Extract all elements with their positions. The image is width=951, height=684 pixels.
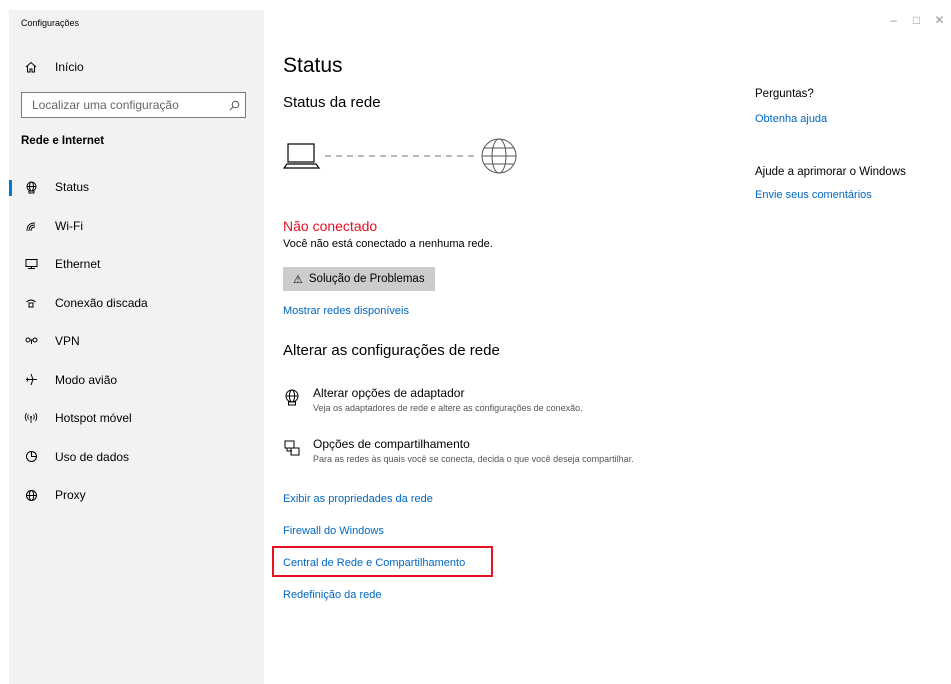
sidebar-item-label: Uso de dados (55, 449, 130, 464)
network-reset-link[interactable]: Redefinição da rede (283, 589, 381, 601)
sidebar-item-label: Conexão discada (55, 295, 148, 310)
sidebar-item-wifi[interactable]: Wi-Fi (9, 207, 264, 246)
close-button[interactable]: ✕ (928, 10, 951, 30)
adapter-options-description: Veja os adaptadores de rede e altere as … (313, 403, 583, 413)
sharing-options[interactable]: Opções de compartilhamento Para as redes… (283, 437, 643, 465)
sidebar-item-label: Modo avião (55, 372, 118, 387)
get-help-link[interactable]: Obtenha ajuda (755, 113, 827, 125)
adapter-globe-icon (283, 388, 305, 414)
home-icon (21, 61, 41, 73)
nav-list: Status Wi-Fi Ethernet Conexão discada VP… (9, 168, 264, 515)
dialup-icon (21, 297, 41, 309)
troubleshoot-button[interactable]: ⚠ Solução de Problemas (283, 267, 435, 291)
maximize-button[interactable]: □ (905, 10, 928, 30)
search-input[interactable] (22, 97, 223, 113)
status-globe-icon (21, 181, 41, 194)
hotspot-icon (21, 412, 41, 424)
network-diagram (282, 138, 523, 183)
wifi-icon (21, 220, 41, 232)
sharing-icon (283, 439, 305, 465)
sidebar-item-label: Hotspot móvel (55, 411, 132, 426)
laptop-icon (282, 143, 321, 169)
change-settings-heading: Alterar as configurações de rede (283, 342, 500, 359)
sidebar-item-hotspot[interactable]: Hotspot móvel (9, 399, 264, 438)
search-icon[interactable] (223, 100, 245, 111)
data-usage-icon (21, 450, 41, 463)
sidebar-item-label: Wi-Fi (55, 218, 83, 233)
network-sharing-center-link[interactable]: Central de Rede e Compartilhamento (283, 557, 465, 569)
adapter-options[interactable]: Alterar opções de adaptador Veja os adap… (283, 386, 643, 414)
sharing-options-description: Para as redes às quais você se conecta, … (313, 454, 634, 464)
improve-windows-heading: Ajude a aprimorar o Windows (755, 166, 906, 178)
sidebar: Configurações Início Rede e Internet Sta… (9, 10, 264, 684)
vpn-icon (21, 335, 41, 347)
app-title: Configurações (21, 18, 80, 28)
sidebar-item-dialup[interactable]: Conexão discada (9, 284, 264, 323)
sidebar-item-ethernet[interactable]: Ethernet (9, 245, 264, 284)
feedback-link[interactable]: Envie seus comentários (755, 189, 872, 201)
minimize-button[interactable]: – (882, 10, 905, 30)
airplane-icon (21, 373, 41, 386)
search-box[interactable] (21, 92, 246, 118)
connection-status-description: Você não está conectado a nenhuma rede. (283, 238, 493, 250)
sidebar-item-label: VPN (55, 334, 80, 349)
troubleshoot-label: Solução de Problemas (308, 273, 425, 285)
sidebar-item-airplane[interactable]: Modo avião (9, 361, 264, 400)
show-networks-link[interactable]: Mostrar redes disponíveis (283, 305, 409, 317)
sidebar-item-status[interactable]: Status (9, 168, 264, 207)
connection-status: Não conectado (283, 218, 378, 234)
windows-firewall-link[interactable]: Firewall do Windows (283, 525, 384, 537)
internet-globe-icon (481, 138, 517, 174)
ethernet-icon (21, 258, 41, 270)
proxy-globe-icon (21, 489, 41, 502)
questions-heading: Perguntas? (755, 88, 814, 100)
sidebar-item-label: Ethernet (55, 257, 101, 272)
network-status-heading: Status da rede (283, 94, 381, 111)
sidebar-item-data-usage[interactable]: Uso de dados (9, 438, 264, 477)
home-label: Início (55, 60, 84, 74)
window-controls: – □ ✕ (882, 10, 951, 30)
sidebar-item-label: Status (55, 180, 90, 195)
sidebar-item-label: Proxy (55, 488, 86, 503)
home-nav-item[interactable]: Início (21, 60, 84, 74)
sidebar-item-vpn[interactable]: VPN (9, 322, 264, 361)
sharing-options-title: Opções de compartilhamento (313, 437, 470, 451)
network-properties-link[interactable]: Exibir as propriedades da rede (283, 493, 433, 505)
warning-icon: ⚠ (293, 273, 303, 286)
page-title: Status (283, 54, 343, 77)
section-title: Rede e Internet (21, 135, 105, 147)
adapter-options-title: Alterar opções de adaptador (313, 386, 465, 400)
sidebar-item-proxy[interactable]: Proxy (9, 476, 264, 515)
